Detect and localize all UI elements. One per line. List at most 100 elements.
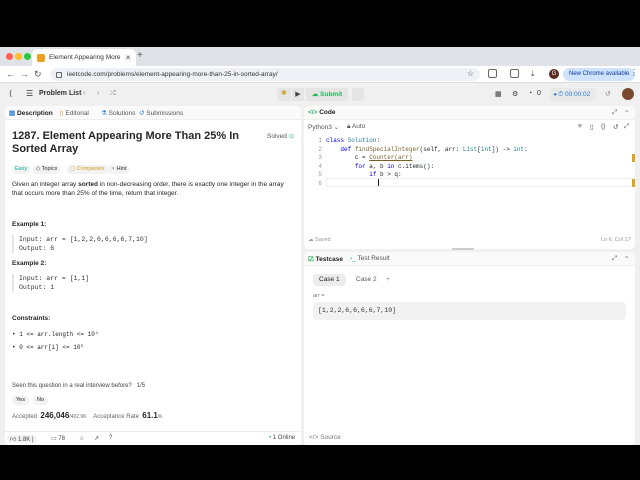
line-numbers: 1 2 3 4 5 6 bbox=[318, 137, 322, 187]
auto-mode[interactable]: 🔒︎ Auto bbox=[347, 123, 365, 131]
hint-tag[interactable]: ♀ Hint bbox=[108, 165, 130, 174]
thumbs-down-icon: | bbox=[31, 437, 34, 443]
tab-testcase[interactable]: ☑ Testcase bbox=[308, 255, 343, 263]
thumbs-up-icon: 👍︎ bbox=[10, 437, 18, 443]
example-1-output: Output: 6 bbox=[19, 245, 55, 252]
like-button[interactable]: 👍︎ 1.8K | bbox=[7, 435, 37, 443]
prev-problem-icon[interactable]: ‹ bbox=[83, 90, 85, 97]
code-icon: </> bbox=[308, 109, 320, 116]
cloud-icon: ☁ bbox=[308, 237, 316, 243]
braces-icon[interactable]: {} bbox=[601, 123, 605, 130]
checkbox-icon: ☑ bbox=[308, 256, 316, 263]
notes-button[interactable] bbox=[352, 88, 364, 101]
shuffle-icon[interactable]: ⤮ bbox=[110, 90, 116, 98]
tab-editorial[interactable]: ▯ Editorial bbox=[60, 109, 89, 117]
minimize-window-dot[interactable] bbox=[15, 53, 22, 60]
settings-icon[interactable]: ⚙ bbox=[512, 90, 518, 98]
maximize-window-dot[interactable] bbox=[24, 53, 31, 60]
leetcode-logo-icon[interactable]: ⟨ bbox=[9, 89, 12, 98]
submit-label: Submit bbox=[320, 91, 343, 98]
scroll-marker bbox=[632, 154, 635, 162]
topics-tag[interactable]: ◇ Topics bbox=[33, 165, 61, 174]
forward-icon[interactable]: → bbox=[20, 68, 29, 80]
extension-icon[interactable] bbox=[488, 69, 497, 78]
solutions-icon: ⚗ bbox=[101, 110, 109, 117]
fullscreen-icon[interactable]: ⤢ bbox=[624, 123, 629, 131]
add-case-icon[interactable]: + bbox=[380, 274, 396, 286]
share-icon[interactable]: ↗ bbox=[94, 435, 99, 442]
tab-test-result[interactable]: ›_ Test Result bbox=[350, 255, 390, 262]
address-bar[interactable]: leetcode.com/problems/element-appearing-… bbox=[50, 68, 480, 81]
back-icon[interactable]: ← bbox=[6, 68, 15, 80]
upload-icon: ☁ bbox=[311, 91, 321, 98]
extension-box-icon[interactable] bbox=[510, 69, 519, 78]
online-count: • 1 Online bbox=[269, 435, 296, 441]
favorite-icon[interactable]: ☆ bbox=[79, 435, 84, 442]
code-icon: </> bbox=[309, 434, 321, 441]
panel-resize-handle[interactable] bbox=[452, 248, 474, 250]
no-button[interactable]: No bbox=[33, 396, 49, 405]
site-info-icon[interactable] bbox=[56, 71, 62, 78]
code-status-bar: ☁ Saved Ln 6, Col 17 bbox=[304, 237, 635, 247]
testcase-panel-header: ☑ Testcase ›_ Test Result ⤢ ⌃ bbox=[304, 252, 635, 266]
bookmark-icon[interactable]: ▯ bbox=[590, 123, 594, 131]
companies-tag[interactable]: ▢ Companies bbox=[67, 165, 108, 174]
layout-icon[interactable]: ▦ bbox=[495, 90, 502, 98]
problem-list-icon: ☰ bbox=[26, 89, 34, 98]
example-1-block: Input: arr = [1,2,2,6,6,6,6,7,10] Output… bbox=[12, 235, 148, 253]
code-panel: </> Code ⤢ ⌃ Python3 ⌄ 🔒︎ Auto ≡ ▯ {} ↺ … bbox=[304, 106, 635, 249]
language-select[interactable]: Python3 ⌄ bbox=[308, 123, 339, 131]
new-tab-icon[interactable]: + bbox=[137, 51, 143, 61]
chrome-menu-icon[interactable]: ⋮ bbox=[630, 68, 638, 77]
example-2-output: Output: 1 bbox=[19, 284, 55, 291]
tab-submissions[interactable]: ↺ Submissions bbox=[139, 109, 183, 117]
code-toolbar: Python3 ⌄ 🔒︎ Auto ≡ ▯ {} ↺ ⤢ bbox=[304, 120, 635, 132]
help-icon[interactable]: ? bbox=[109, 435, 112, 441]
bookmark-star-icon[interactable]: ☆ bbox=[467, 69, 474, 78]
yes-button[interactable]: Yes bbox=[12, 396, 29, 405]
description-tabs: ▤ Description ▯ Editorial ⚗ Solutions ↺ … bbox=[5, 106, 301, 120]
browser-tab[interactable]: Element Appearing More Than 25% In Sorte… bbox=[32, 49, 136, 66]
description-footer: 👍︎ 1.8K | ▭ 78 ☆ ↗ ? • 1 Online bbox=[5, 431, 301, 446]
constraint-2: • 0 <= arr[i] <= 10⁵ bbox=[12, 344, 85, 351]
cursor-position: Ln 6, Col 17 bbox=[601, 237, 631, 243]
example-1-heading: Example 1: bbox=[12, 221, 47, 228]
fire-icon: ◔ bbox=[528, 90, 533, 97]
download-icon[interactable]: ⤓ bbox=[531, 69, 540, 78]
source-button[interactable]: </> Source bbox=[309, 434, 341, 441]
next-problem-icon[interactable]: › bbox=[97, 90, 99, 97]
example-1-input: Input: arr = [1,2,2,6,6,6,6,7,10] bbox=[19, 236, 148, 243]
case-2-tab[interactable]: Case 2 bbox=[350, 274, 383, 286]
submit-button[interactable]: ☁ Submit bbox=[306, 88, 348, 101]
close-tab-icon[interactable]: ✕ bbox=[125, 54, 131, 62]
active-line-highlight bbox=[326, 178, 635, 187]
input-label: arr = bbox=[313, 293, 325, 299]
testcase-input[interactable]: [1,2,2,6,6,6,6,7,10] bbox=[313, 302, 626, 320]
comments-button[interactable]: ▭ 78 bbox=[51, 435, 65, 442]
format-icon[interactable]: ≡ bbox=[578, 123, 582, 130]
difficulty-tag[interactable]: Easy bbox=[12, 165, 31, 174]
timer[interactable]: ◂ ⏱ 00:00:02 bbox=[550, 88, 596, 101]
browser-tab-title: Element Appearing More Than 25% In Sorte… bbox=[49, 54, 121, 61]
collapse-icon[interactable]: ⌃ bbox=[624, 109, 629, 117]
reset-timer-icon[interactable]: ↺ bbox=[605, 90, 611, 98]
profile-avatar[interactable]: G bbox=[549, 69, 559, 79]
lock-icon: ▢ bbox=[70, 166, 77, 172]
case-1-tab[interactable]: Case 1 bbox=[313, 274, 346, 286]
problem-list-link[interactable]: Problem List bbox=[39, 90, 81, 97]
reset-code-icon[interactable]: ↺ bbox=[613, 123, 618, 131]
maximize-icon[interactable]: ⤢ bbox=[612, 109, 617, 117]
check-circle-icon: ⊙ bbox=[288, 133, 295, 140]
tab-description[interactable]: ▤ Description bbox=[9, 109, 53, 117]
tab-code[interactable]: </> Code bbox=[308, 109, 335, 116]
close-window-dot[interactable] bbox=[6, 53, 13, 60]
collapse-icon[interactable]: ⌃ bbox=[624, 255, 629, 263]
maximize-icon[interactable]: ⤢ bbox=[612, 255, 617, 263]
saved-status: ☁ Saved bbox=[308, 237, 331, 243]
new-chrome-button[interactable]: New Chrome available bbox=[563, 68, 636, 81]
run-button[interactable]: ▶ bbox=[292, 88, 304, 101]
interview-question: Seen this question in a real interview b… bbox=[12, 383, 146, 389]
user-avatar[interactable] bbox=[622, 88, 634, 100]
reload-icon[interactable]: ↻ bbox=[34, 68, 42, 80]
tab-solutions[interactable]: ⚗ Solutions bbox=[101, 109, 135, 117]
